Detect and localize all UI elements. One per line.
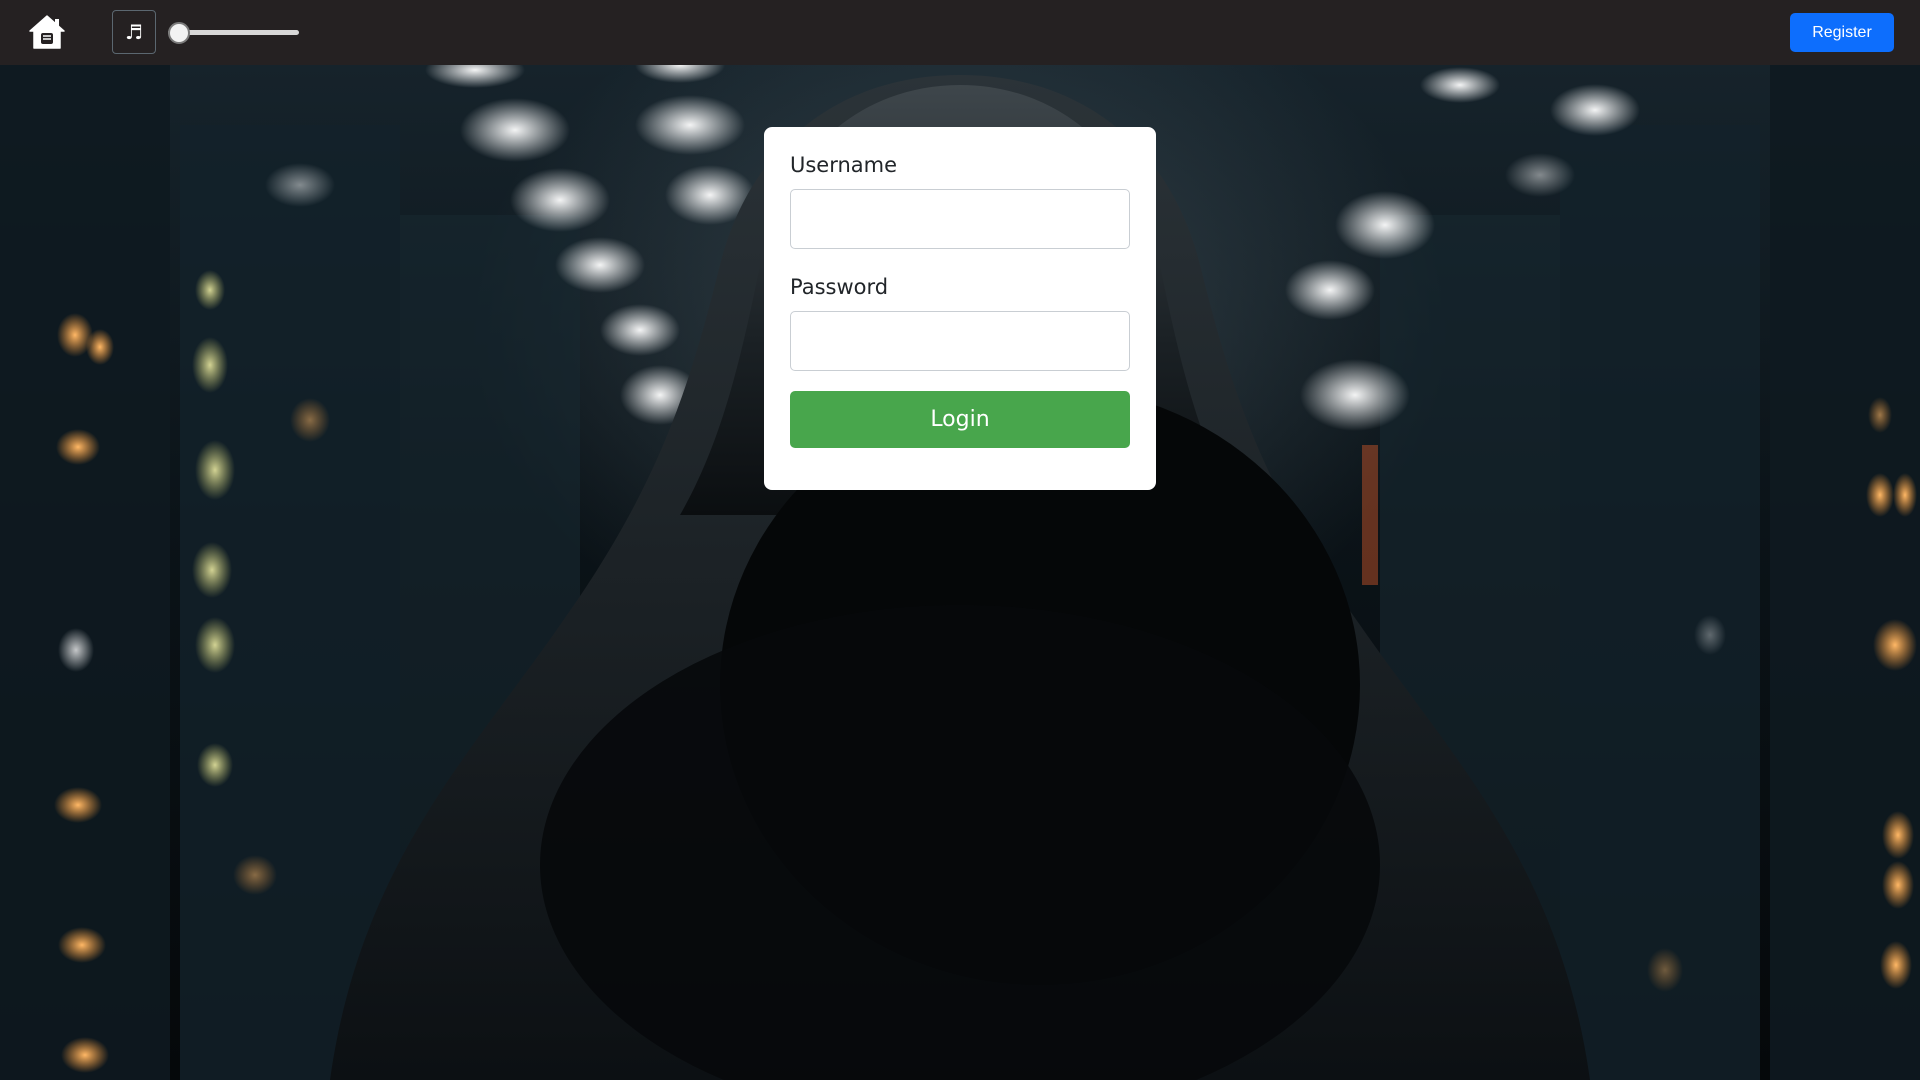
password-label: Password [790, 275, 889, 299]
username-label: Username [790, 153, 898, 177]
login-button[interactable]: Login [790, 391, 1130, 448]
volume-thumb[interactable] [168, 22, 190, 44]
password-input[interactable] [790, 311, 1130, 371]
music-note-icon: ♬ [125, 20, 143, 44]
register-button[interactable]: Register [1790, 13, 1894, 52]
home-icon[interactable] [28, 14, 66, 50]
music-toggle-button[interactable]: ♬ [112, 10, 156, 54]
top-bar: ♬ Register [0, 0, 1920, 65]
volume-slider[interactable] [168, 22, 299, 44]
username-input[interactable] [790, 189, 1130, 249]
login-card: Username Password Login [764, 127, 1156, 490]
